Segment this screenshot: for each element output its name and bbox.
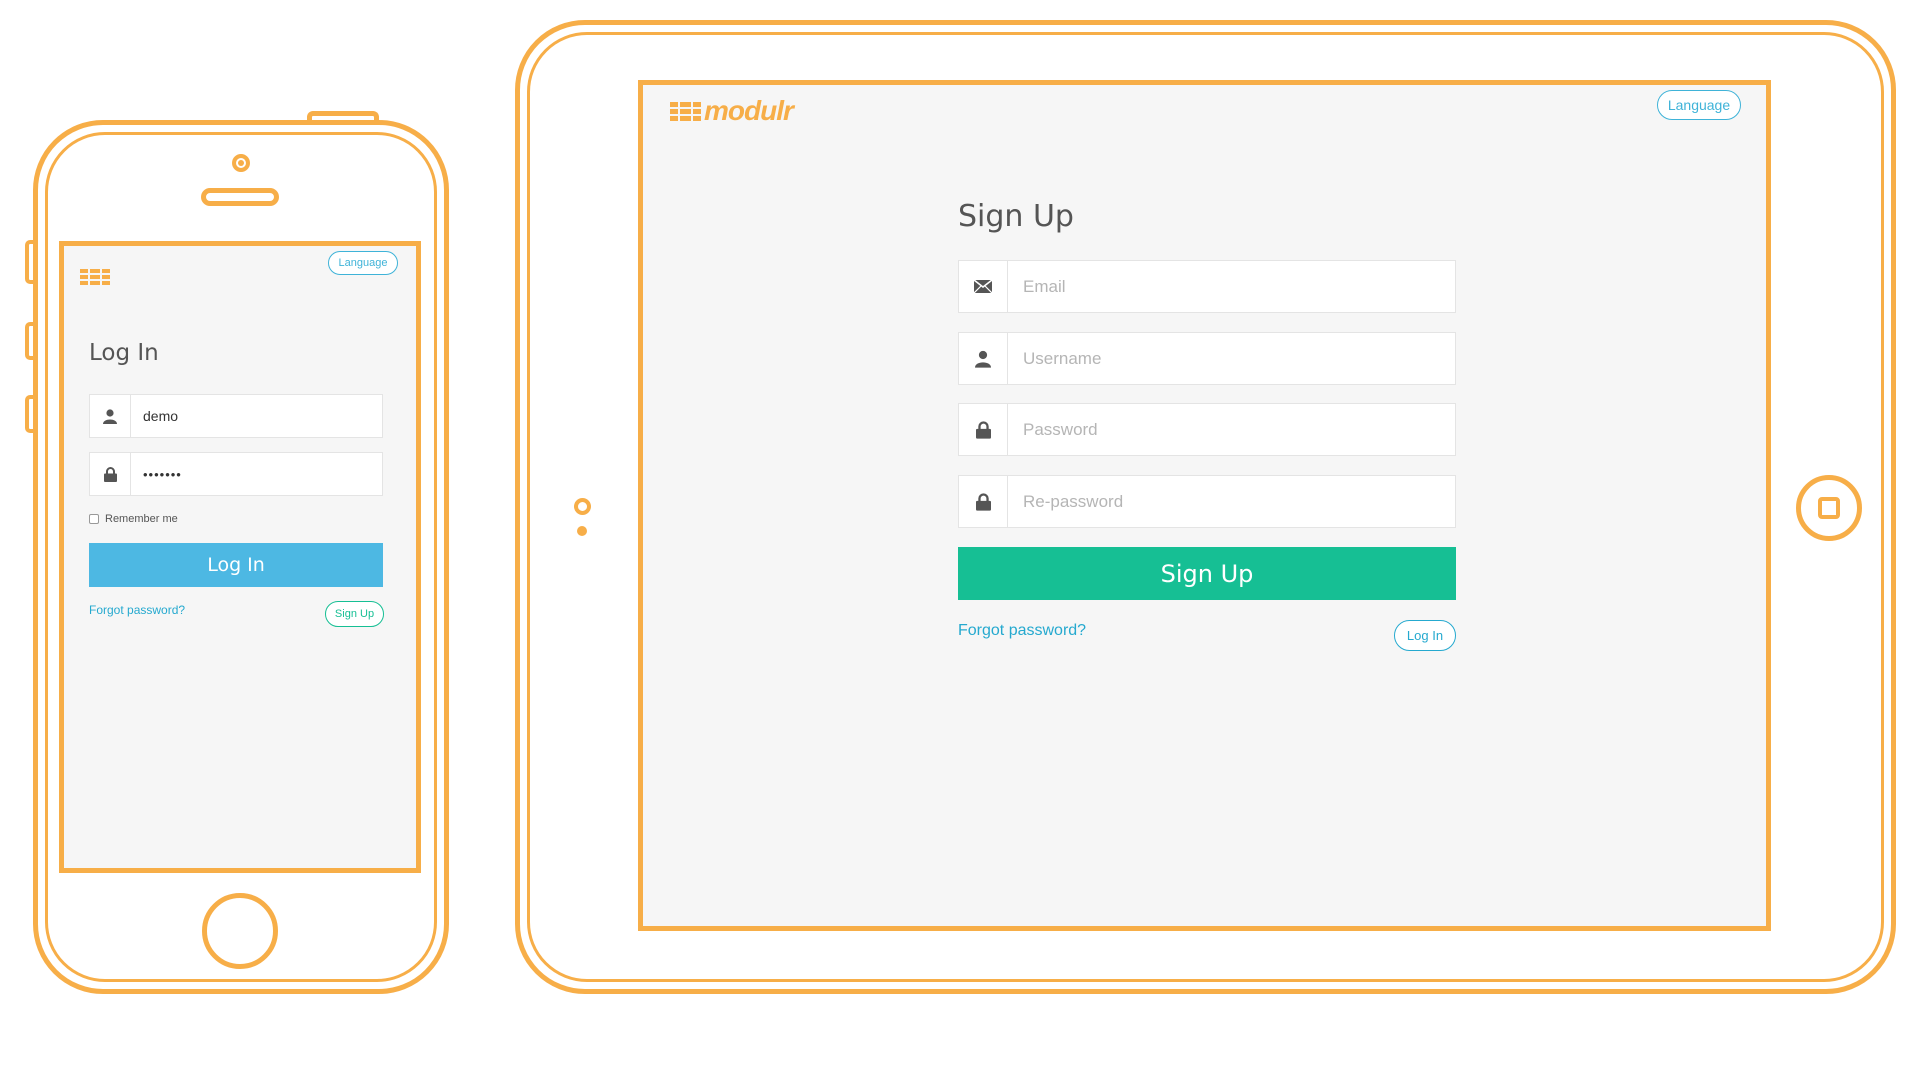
phone-page-title: Log In <box>89 340 159 366</box>
phone-password-input[interactable]: ••••••• <box>131 453 382 495</box>
lock-icon <box>959 476 1008 527</box>
tablet-repassword-group <box>958 475 1456 528</box>
logo-mark-icon <box>670 101 701 121</box>
tablet-logo: modulr <box>670 95 794 126</box>
phone-screen: Language Log In ••••••• Remember me Log … <box>59 241 421 873</box>
lock-icon <box>959 404 1008 455</box>
tablet-forgot-password-link[interactable]: Forgot password? <box>958 622 1086 640</box>
phone-speaker <box>201 188 279 206</box>
lock-icon <box>90 453 131 495</box>
phone-login-button[interactable]: Log In <box>89 543 383 587</box>
tablet-page-title: Sign Up <box>958 199 1074 234</box>
phone-volume-up-button <box>25 322 35 360</box>
phone-power-button <box>307 111 379 123</box>
tablet-password-input[interactable] <box>1008 404 1455 455</box>
user-icon <box>959 333 1008 384</box>
tablet-username-group <box>958 332 1456 385</box>
tablet-language-button[interactable]: Language <box>1657 90 1741 120</box>
phone-username-group <box>89 394 383 438</box>
remember-me-checkbox[interactable] <box>89 514 99 524</box>
tablet-email-group <box>958 260 1456 313</box>
phone-volume-down-button <box>25 395 35 433</box>
phone-forgot-password-link[interactable]: Forgot password? <box>89 603 185 617</box>
tablet-login-button[interactable]: Log In <box>1394 620 1456 651</box>
tablet-repassword-input[interactable] <box>1008 476 1455 527</box>
logo-wordmark: modulr <box>704 95 794 126</box>
tablet-sensor-dot <box>577 526 587 536</box>
tablet-camera-icon <box>574 498 591 515</box>
remember-me-label: Remember me <box>105 513 178 525</box>
tablet-username-input[interactable] <box>1008 333 1455 384</box>
tablet-email-input[interactable] <box>1008 261 1455 312</box>
phone-username-input[interactable] <box>131 395 382 437</box>
logo-mark-icon <box>80 269 110 285</box>
tablet-password-group <box>958 403 1456 456</box>
phone-signup-button[interactable]: Sign Up <box>325 601 384 627</box>
phone-remember-row: Remember me <box>89 513 178 525</box>
phone-home-button <box>202 893 278 969</box>
phone-logo <box>80 260 110 285</box>
phone-mute-switch <box>25 240 35 284</box>
phone-language-button[interactable]: Language <box>328 251 398 275</box>
tablet-screen: modulr Language Sign Up Sign Up Forgot p… <box>638 80 1771 931</box>
tablet-home-square-icon <box>1818 497 1840 519</box>
phone-camera-icon <box>232 154 250 172</box>
phone-password-group: ••••••• <box>89 452 383 496</box>
user-icon <box>90 395 131 437</box>
tablet-signup-button[interactable]: Sign Up <box>958 547 1456 600</box>
envelope-icon <box>959 261 1008 312</box>
